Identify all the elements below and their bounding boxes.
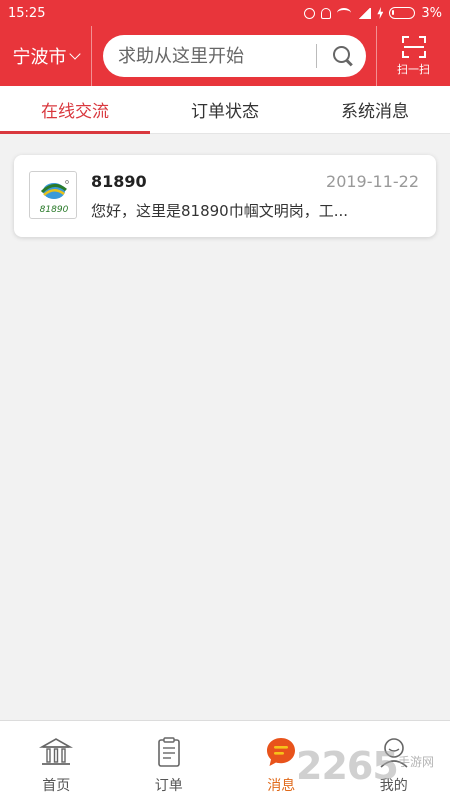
message-item[interactable]: 81890 81890 2019-11-22 您好，这里是81890巾帼文明岗，… <box>14 155 436 237</box>
search-input[interactable] <box>118 45 318 67</box>
message-tabs: 在线交流 订单状态 系统消息 <box>0 86 450 134</box>
status-icons: 3% <box>304 6 442 21</box>
sender-logo: 81890 <box>29 171 77 219</box>
signal-icon <box>357 7 372 19</box>
nav-label: 订单 <box>154 778 183 794</box>
tab-online-chat[interactable]: 在线交流 <box>0 86 150 134</box>
chevron-down-icon <box>68 47 81 60</box>
tab-label: 订单状态 <box>191 102 259 122</box>
nav-label: 消息 <box>267 778 296 794</box>
logo-text: 81890 <box>40 205 69 215</box>
watermark-site: 手游网 <box>398 755 435 769</box>
status-time: 15:25 <box>8 5 46 21</box>
message-date: 2019-11-22 <box>326 172 419 191</box>
nav-orders[interactable]: 订单 <box>113 721 226 800</box>
tab-label: 系统消息 <box>341 102 409 122</box>
battery-percent: 3% <box>421 5 442 21</box>
mute-icon <box>321 7 332 19</box>
status-bar: 15:25 3% <box>0 0 450 26</box>
tab-label: 在线交流 <box>41 102 109 122</box>
city-label: 宁波市 <box>12 47 67 68</box>
message-sender: 81890 <box>91 172 147 191</box>
nav-label: 首页 <box>42 778 71 794</box>
home-icon <box>39 738 74 765</box>
scan-button[interactable]: 扫一扫 <box>376 26 450 86</box>
watermark-number: 2265 <box>296 744 399 788</box>
city-selector[interactable]: 宁波市 <box>0 26 92 86</box>
scan-icon <box>401 35 426 58</box>
order-clipboard-icon <box>157 737 180 767</box>
battery-icon <box>389 7 416 19</box>
sync-icon <box>304 7 316 19</box>
search-box[interactable] <box>103 35 366 77</box>
search-divider <box>316 44 317 68</box>
top-bar: 15:25 3% 宁波市 扫一扫 <box>0 0 450 86</box>
tab-system-messages[interactable]: 系统消息 <box>300 86 450 133</box>
charging-icon <box>377 7 384 19</box>
wifi-icon <box>337 8 352 18</box>
nav-home[interactable]: 首页 <box>0 721 113 800</box>
search-icon[interactable] <box>332 45 354 67</box>
message-preview: 您好，这里是81890巾帼文明岗，工... <box>91 202 349 220</box>
app-header: 宁波市 扫一扫 <box>0 26 450 86</box>
message-bubble-icon <box>267 738 296 766</box>
tab-order-status[interactable]: 订单状态 <box>150 86 300 133</box>
scan-label: 扫一扫 <box>397 62 430 76</box>
